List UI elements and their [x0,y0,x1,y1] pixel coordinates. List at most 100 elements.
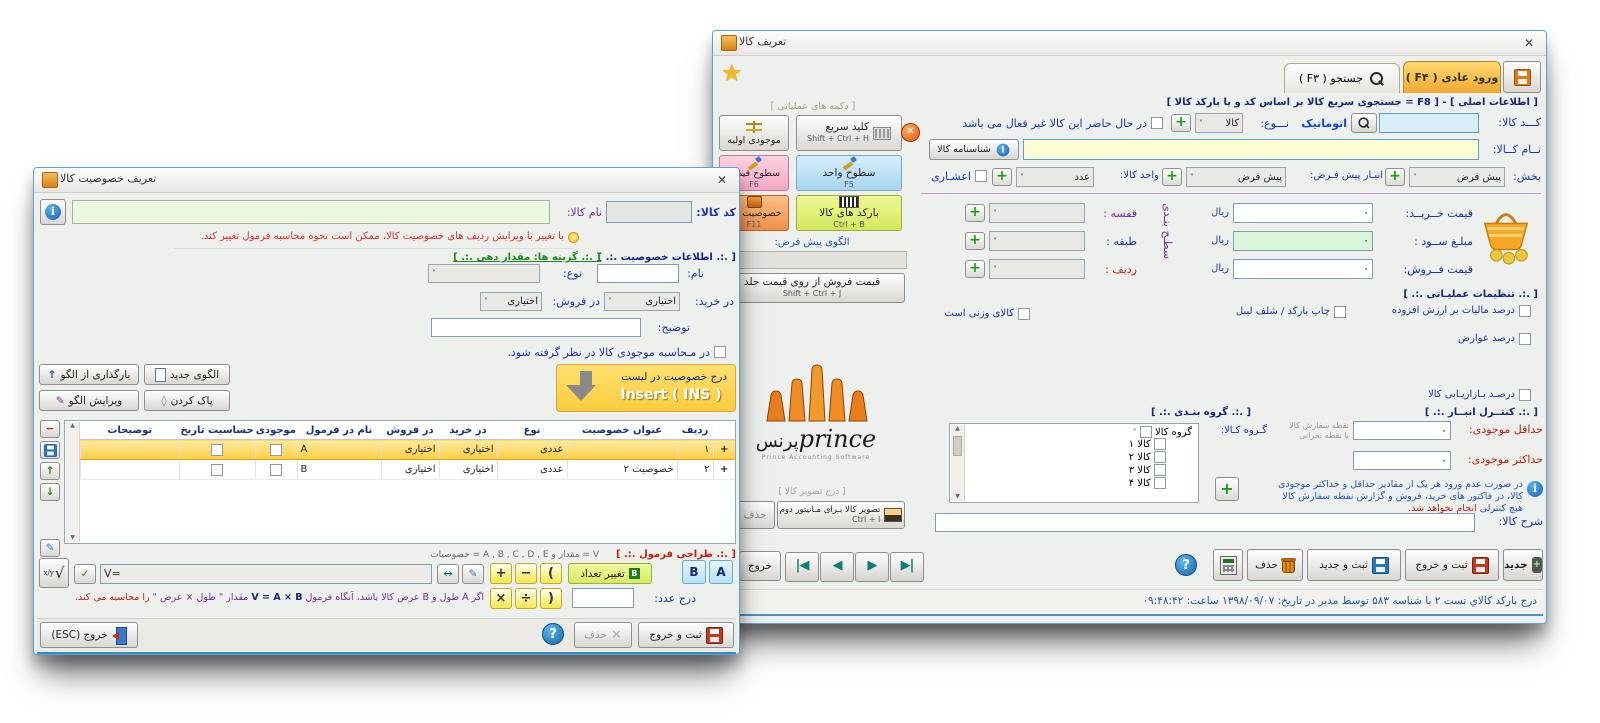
in-sell-select[interactable]: اختیاری ˅ [480,292,542,311]
save-row-button[interactable] [40,441,60,459]
col-desc[interactable]: توضیحات [81,421,180,440]
load-template-button[interactable]: بارگذاری از الگو ↑ [39,364,139,385]
tolls-checkbox[interactable] [1519,333,1531,345]
add-group-button[interactable]: + [1215,477,1239,501]
field-name-input[interactable] [597,264,679,283]
max-stock-input[interactable]: ۰ [1353,451,1451,470]
open-paren-button[interactable]: ( [540,563,562,584]
favorite-star-icon[interactable]: ★ [721,59,743,87]
move-up-button[interactable]: ↑ [40,462,60,480]
tree-item[interactable]: کالا ۲ [1129,451,1166,464]
var-b-button[interactable]: B [682,560,706,584]
sqrt-button[interactable]: √ x/y [39,558,69,588]
close-panel-icon[interactable]: ✕ [901,123,920,142]
remove-row-button[interactable]: − [40,420,60,438]
row-select[interactable]: ˅ [989,259,1085,279]
close-icon[interactable]: ✕ [1520,34,1538,52]
delete-image-button[interactable]: حذف [735,501,775,529]
buy-price-input[interactable]: ۰ [1233,203,1373,223]
initial-stock-button[interactable]: موجودی اولیه [719,115,789,151]
sell-price-input[interactable]: ۰ [1233,259,1373,279]
insert-number-input[interactable] [572,588,634,608]
date-checkbox[interactable] [211,444,223,456]
barcode-print-checkbox[interactable] [1334,306,1346,318]
col-stock[interactable]: موجودی [255,421,297,440]
field-type-select[interactable]: ˅ [428,264,540,283]
add-section-button[interactable]: + [1385,168,1405,186]
product-name-input[interactable] [1023,139,1479,160]
add-type-button[interactable]: + [1171,114,1191,132]
close-icon[interactable]: ✕ [713,171,731,189]
floor-select[interactable]: ˅ [989,231,1085,251]
unit-levels-button[interactable]: سطوح واحد F5 [796,155,902,191]
table-row[interactable]: + ۲ خصوصیت ۲ عددی اختیاری اختیاری B [81,460,736,480]
col-sell[interactable]: در فروش [381,421,439,440]
product-idcard-button[interactable]: i شناسنامه کالا [929,139,1019,160]
collapse-icon[interactable]: ˅ [1133,428,1137,437]
add-shelf-button[interactable]: + [965,204,985,222]
insert-property-button[interactable]: درج خصوصیت در لیست Insert ( INS ) [556,364,736,412]
close-paren-button[interactable]: ) [540,588,562,609]
table-row[interactable]: + ۱ عددی اختیاری اختیاری A [81,440,736,460]
swap-button[interactable]: ↔ [437,564,459,584]
property-code-input[interactable] [606,201,692,223]
minus-op-button[interactable]: − [515,563,537,584]
grid-scrollbar[interactable]: ▲ ▼ [66,422,80,542]
second-monitor-image-button[interactable]: تصویر کالا بـرای مـانیتور دوم Ctrl + I [777,501,905,529]
add-icon[interactable]: + [713,440,735,460]
value-options-link[interactable]: [ .:. گزینه ها: مقدار دهی .:. ] [471,252,601,263]
col-buy[interactable]: در خرید [439,421,497,440]
scroll-down-icon[interactable]: ▼ [951,493,964,500]
plus-op-button[interactable]: + [490,563,512,584]
product-code-input[interactable] [1379,113,1479,133]
tree-item-checkbox[interactable] [1154,464,1166,476]
info-button[interactable]: i [40,199,66,225]
scroll-up-icon[interactable]: ▲ [951,425,964,432]
unit-select[interactable]: عدد ˅ [1016,167,1094,187]
change-count-button[interactable]: B تغییر تعداد [568,563,652,584]
col-row[interactable]: ردیف [677,421,713,440]
scroll-up-icon[interactable]: ▲ [66,422,79,429]
scroll-down-icon[interactable]: ▼ [66,534,79,541]
tree-scrollbar[interactable]: ▲ ▼ [951,425,965,501]
product-barcodes-button[interactable]: بارکد های کالا Ctrl + B [796,195,902,231]
tree-item-checkbox[interactable] [1154,451,1166,463]
add-icon[interactable]: + [713,460,735,480]
nav-next-button[interactable]: ▶ [855,552,889,582]
stock-checkbox[interactable] [270,444,282,456]
apply-formula-button[interactable]: ✓ [74,564,96,584]
help-button[interactable]: ? [1175,554,1197,576]
min-stock-input[interactable]: ۰ [1353,421,1451,440]
stock-calc-checkbox[interactable] [714,346,726,358]
nav-last-button[interactable]: ▶| [890,552,924,582]
save-quick-button[interactable] [1503,61,1541,93]
in-buy-select[interactable]: اختیاری ˅ [604,292,680,311]
tree-item[interactable]: کالا ۱ [1129,438,1166,451]
tree-item-checkbox[interactable] [1154,438,1166,450]
default-template-box[interactable] [719,251,907,269]
col-date[interactable]: حساسیت تاریخ [179,421,255,440]
add-floor-button[interactable]: + [965,232,985,250]
tab-search[interactable]: جستجو ( F۳ ) [1284,63,1400,93]
tab-normal-entry[interactable]: ورود عادی ( F۴ ) [1403,61,1501,93]
exit-button[interactable]: خروج (ESC) [40,622,138,648]
delete-button[interactable]: حذف [1247,549,1303,581]
divide-op-button[interactable]: ÷ [515,588,537,609]
property-name-input[interactable] [72,200,550,224]
inactive-checkbox[interactable] [1151,117,1163,129]
delete-button[interactable]: ✕ حذف [574,622,632,648]
add-unit-button[interactable]: + [992,168,1012,186]
add-row-button[interactable]: + [965,260,985,278]
product-description-input[interactable] [935,513,1475,532]
nav-first-button[interactable]: |◀ [785,552,819,582]
type-select[interactable]: کالا ˅ [1195,113,1243,133]
price-from-cover-button[interactable]: قیمت فروش از روی قیمت جلد Shift + Ctrl +… [719,273,905,303]
tree-root[interactable]: گروه کالا ˅ [1129,426,1192,438]
new-template-button[interactable]: الگوی جدید [144,364,230,385]
edit-template-button[interactable]: ویرایش الگو ✎ [39,390,139,411]
formula-input[interactable]: V= [100,564,432,584]
tree-root-checkbox[interactable] [1140,426,1152,438]
multiply-op-button[interactable]: × [490,588,512,609]
save-exit-button[interactable]: ثبت و خروج [1405,549,1499,581]
col-type[interactable]: نوع [497,421,567,440]
